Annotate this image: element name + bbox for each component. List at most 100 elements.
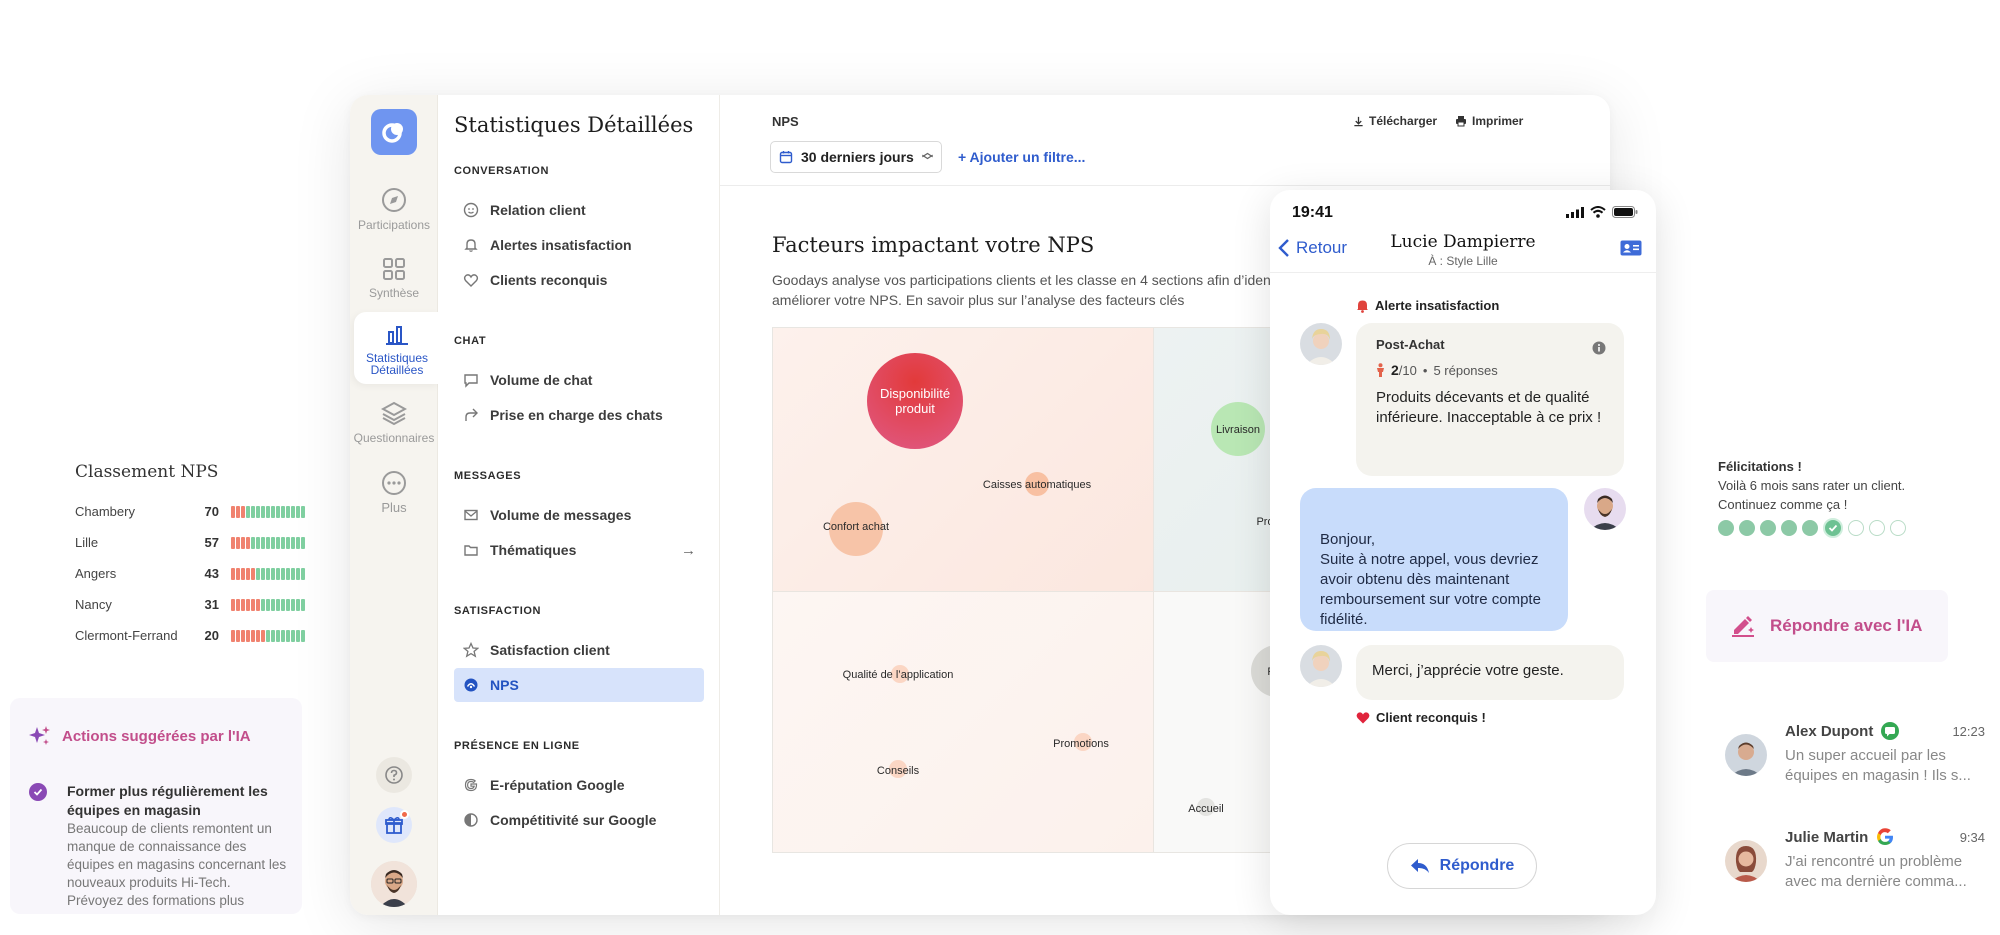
rail-item-synthese[interactable]: Synthèse xyxy=(350,257,438,299)
nav-item-label: Relation client xyxy=(490,202,586,218)
info-icon[interactable] xyxy=(1592,341,1606,355)
reconquis-label: Client reconquis ! xyxy=(1376,710,1486,725)
rail-item-statistiques[interactable]: Statistiques Détaillées xyxy=(354,312,440,384)
rail-item-label: Plus xyxy=(381,500,407,515)
client-reply-bubble: Merci, j’apprécie votre geste. xyxy=(1356,645,1624,700)
envelope-icon xyxy=(462,506,480,524)
ranking-bar-segment xyxy=(296,598,300,611)
ranking-bar-segment xyxy=(281,505,285,518)
quadrant-vertical-axis xyxy=(1153,328,1154,852)
congrats-title: Félicitations ! xyxy=(1718,459,1802,474)
download-icon xyxy=(1354,116,1363,126)
section-label-conversation: CONVERSATION xyxy=(454,165,550,177)
ranking-row: Clermont-Ferrand 20 xyxy=(75,620,305,651)
nav-item-prise-en-charge[interactable]: Prise en charge des chats xyxy=(454,398,704,432)
ranking-bar-segment xyxy=(236,505,240,518)
streak-dot-done xyxy=(1739,520,1755,536)
download-button[interactable]: Télécharger xyxy=(1353,114,1437,128)
bubble-label: Accueil xyxy=(1188,803,1224,815)
ranking-bar-segment xyxy=(281,567,285,580)
survey-response-card[interactable]: Post-Achat 2/10 • 5 réponses Produits dé… xyxy=(1356,323,1624,476)
ranking-bar-segment xyxy=(281,598,285,611)
ranking-bar-segment xyxy=(256,536,260,549)
suggestion-title[interactable]: Former plus régulièrement les équipes en… xyxy=(67,782,287,820)
ai-suggestions-header: Actions suggérées par l'IA xyxy=(28,724,251,748)
ranking-bar-segment xyxy=(301,567,305,580)
nav-item-thematiques[interactable]: Thématiques → xyxy=(454,533,704,567)
ranking-bar-segment xyxy=(276,505,280,518)
ranking-bar-segment xyxy=(276,629,280,642)
print-button[interactable]: Imprimer xyxy=(1455,114,1523,128)
grid-icon xyxy=(383,258,405,280)
chevron-updown-icon: ︿ ﹀ xyxy=(922,147,933,167)
conversation-name-line: Julie Martin xyxy=(1785,828,1894,846)
ranking-city: Chambery xyxy=(75,504,135,519)
ranking-bar-segment xyxy=(246,629,250,642)
nav-item-volume-de-messages[interactable]: Volume de messages xyxy=(454,498,704,532)
ranking-bar-segment xyxy=(266,505,270,518)
rail-item-label: Questionnaires xyxy=(353,431,435,445)
nav-item-relation-client[interactable]: Relation client xyxy=(454,193,704,227)
rail-item-plus[interactable]: Plus xyxy=(350,470,438,514)
ranking-bar-segment xyxy=(291,567,295,580)
nav-item-nps[interactable]: NPS xyxy=(454,668,704,702)
ranking-title: Classement NPS xyxy=(75,462,219,482)
nav-item-satisfaction-client[interactable]: Satisfaction client xyxy=(454,633,704,667)
ranking-bar-segment xyxy=(251,598,255,611)
section-label-presence: PRÉSENCE EN LIGNE xyxy=(454,740,580,752)
responses-count: 5 réponses xyxy=(1433,362,1498,378)
nav-item-e-reputation[interactable]: E-réputation Google xyxy=(454,768,704,802)
client-avatar xyxy=(1300,323,1342,365)
sms-icon xyxy=(1881,722,1900,740)
ranking-city: Lille xyxy=(75,535,99,550)
client-avatar xyxy=(1300,645,1342,687)
check-circle-icon[interactable] xyxy=(29,783,47,801)
nav-item-clients-reconquis[interactable]: Clients reconquis xyxy=(454,263,704,297)
ranking-bar-segment xyxy=(291,536,295,549)
bubble-label: Promotions xyxy=(1053,738,1109,750)
heart-icon xyxy=(462,271,480,289)
app-logo[interactable] xyxy=(371,109,417,155)
nav-item-competitivite[interactable]: Compétitivité sur Google xyxy=(454,803,704,837)
ranking-value: 70 xyxy=(204,504,219,519)
conversation-item[interactable]: Alex Dupont 12:23 Un super accueil par l… xyxy=(1725,722,1985,792)
ranking-bar-segment xyxy=(241,629,245,642)
conversation-item[interactable]: Julie Martin 9:34 J'ai rencontré un prob… xyxy=(1725,828,1985,898)
client-reply-text: Merci, j’apprécie votre geste. xyxy=(1372,662,1564,679)
gift-button[interactable] xyxy=(376,807,412,843)
bell-icon xyxy=(1357,300,1368,313)
ranking-bar-segment xyxy=(231,629,235,642)
survey-comment: Produits décevants et de qualité inférie… xyxy=(1376,389,1602,426)
bubble-disponibilite-produit[interactable]: Disponibilité produit xyxy=(867,353,963,449)
ranking-city: Nancy xyxy=(75,597,112,612)
contact-name: Lucie Dampierre xyxy=(1390,232,1536,252)
half-circle-icon xyxy=(462,811,480,829)
id-card-icon xyxy=(1620,240,1642,256)
notification-dot xyxy=(400,810,409,819)
reply-button[interactable]: Répondre xyxy=(1387,843,1537,889)
user-avatar[interactable] xyxy=(371,861,417,907)
nav-item-alertes-insatisfaction[interactable]: Alertes insatisfaction xyxy=(454,228,704,262)
nav-item-label: Prise en charge des chats xyxy=(490,407,663,423)
date-range-select[interactable]: 30 derniers jours ︿ ﹀ xyxy=(770,141,942,173)
add-filter-button[interactable]: + Ajouter un filtre... xyxy=(958,149,1085,165)
ranking-bar-segment xyxy=(236,536,240,549)
rail-item-participations[interactable]: Participations xyxy=(350,187,438,231)
help-button[interactable] xyxy=(376,757,412,793)
ranking-bar-segment xyxy=(286,598,290,611)
nav-item-volume-de-chat[interactable]: Volume de chat xyxy=(454,363,704,397)
ranking-bar-segment xyxy=(276,567,280,580)
ranking-bar-segment xyxy=(271,598,275,611)
rail-item-questionnaires[interactable]: Questionnaires xyxy=(350,400,438,444)
conversation-time: 12:23 xyxy=(1952,724,1985,739)
avatar-slot xyxy=(350,861,438,907)
ranking-bar-segment xyxy=(296,536,300,549)
nav-item-label: Compétitivité sur Google xyxy=(490,812,657,828)
section-label-chat: CHAT xyxy=(454,335,487,347)
person-icon xyxy=(1377,363,1384,377)
contact-card-button[interactable] xyxy=(1620,240,1642,261)
ai-reply-button[interactable]: Répondre avec l'IA xyxy=(1706,590,1948,662)
ranking-bar-segment xyxy=(261,536,265,549)
ranking-value: 20 xyxy=(204,628,219,643)
signal-icon xyxy=(1566,206,1584,218)
